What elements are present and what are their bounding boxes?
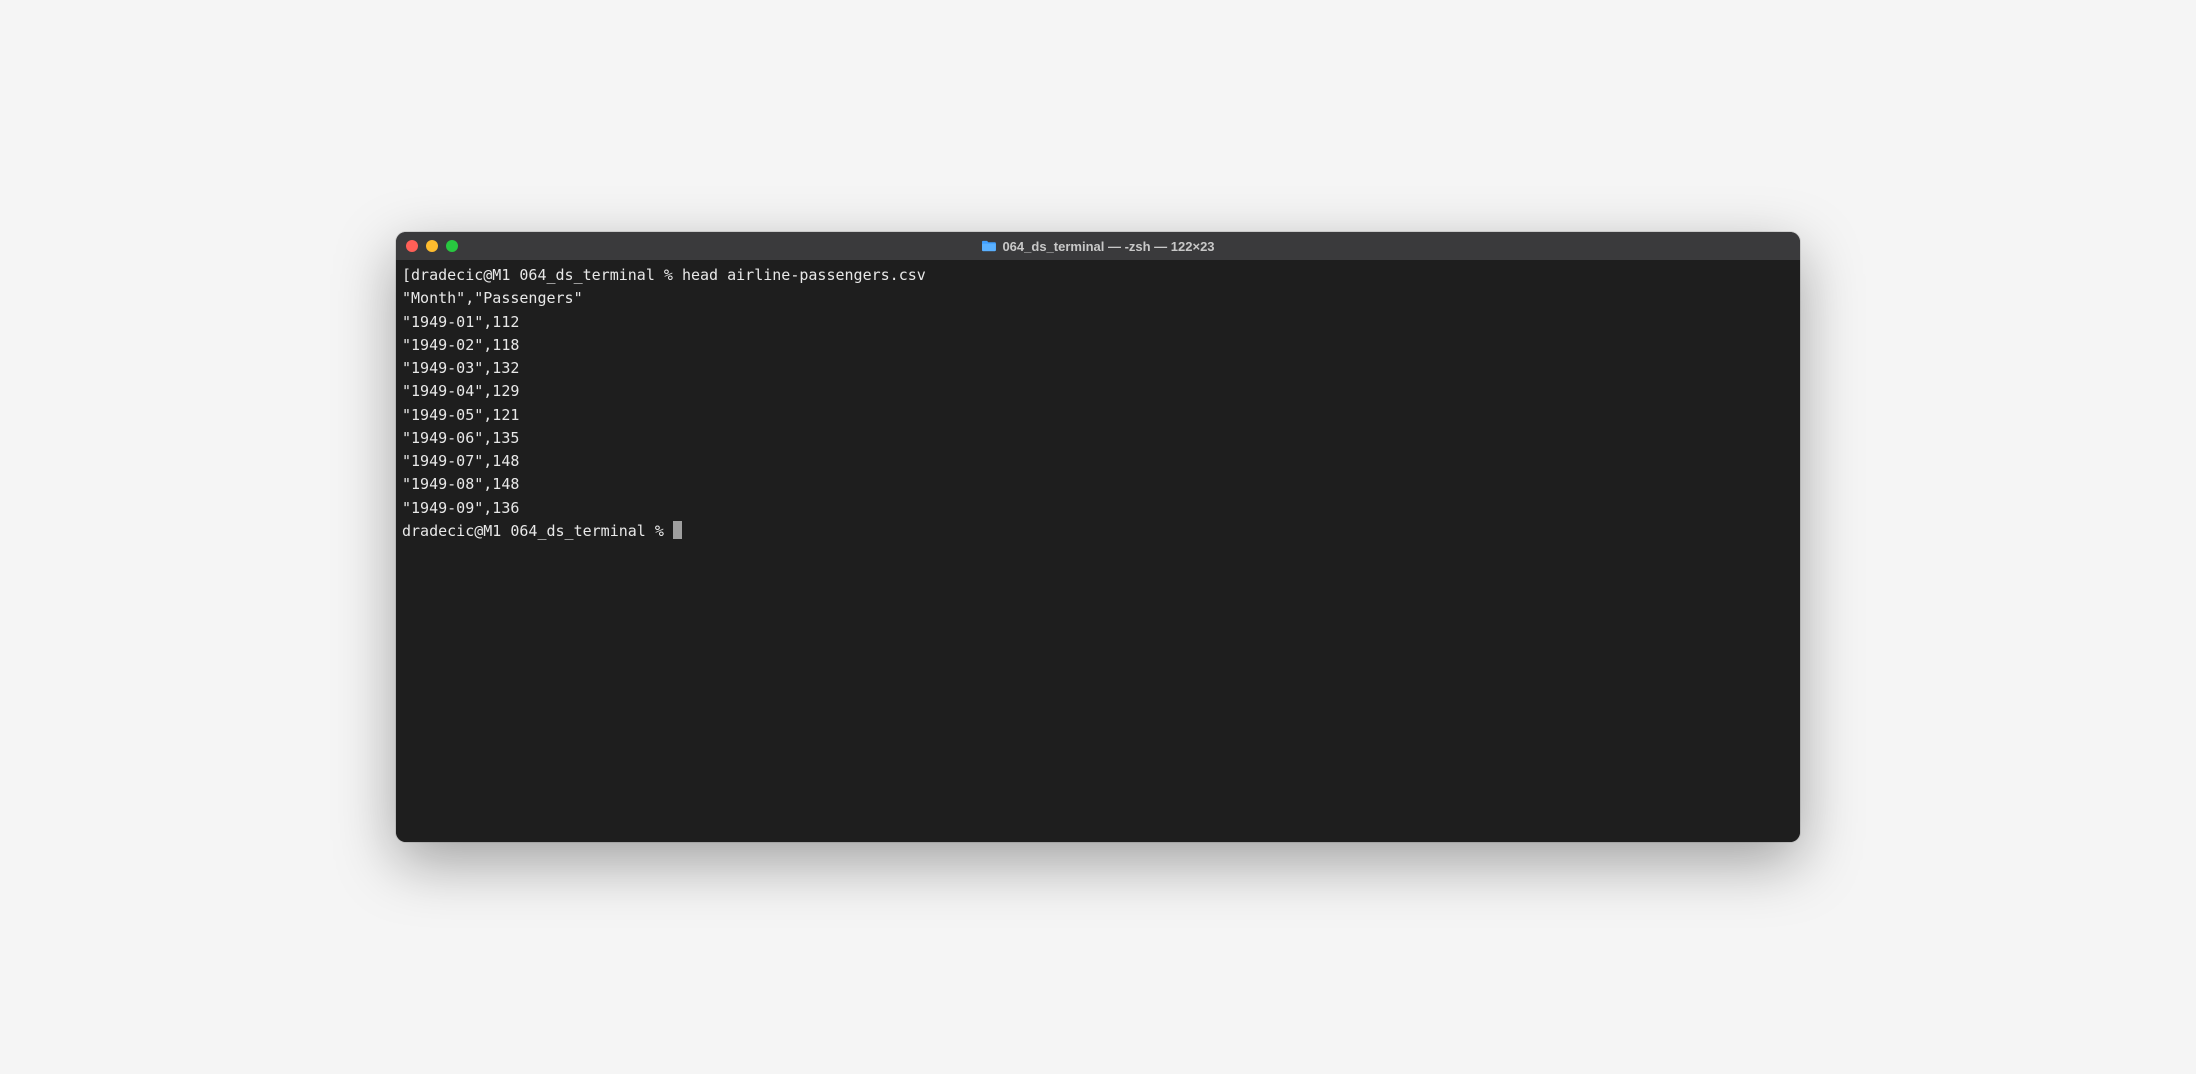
prompt-line: dradecic@M1 064_ds_terminal % [402, 520, 1794, 543]
prompt-bracket: [ [402, 266, 411, 284]
maximize-button[interactable] [446, 240, 458, 252]
titlebar[interactable]: 064_ds_terminal — -zsh — 122×23 [396, 232, 1800, 260]
folder-icon [981, 240, 996, 252]
window-title-text: 064_ds_terminal — -zsh — 122×23 [1002, 239, 1214, 254]
output-line: "1949-02",118 [402, 334, 1794, 357]
terminal-body[interactable]: [dradecic@M1 064_ds_terminal % head airl… [396, 260, 1800, 842]
output-line: "1949-04",129 [402, 380, 1794, 403]
shell-prompt: dradecic@M1 064_ds_terminal % [411, 266, 682, 284]
output-line: "1949-01",112 [402, 311, 1794, 334]
output-line: "1949-07",148 [402, 450, 1794, 473]
output-line: "1949-05",121 [402, 404, 1794, 427]
command-text: head airline-passengers.csv [682, 266, 926, 284]
minimize-button[interactable] [426, 240, 438, 252]
output-line: "Month","Passengers" [402, 287, 1794, 310]
cursor [673, 521, 682, 539]
output-line: "1949-06",135 [402, 427, 1794, 450]
command-line: [dradecic@M1 064_ds_terminal % head airl… [402, 264, 1794, 287]
output-line: "1949-09",136 [402, 497, 1794, 520]
window-title: 064_ds_terminal — -zsh — 122×23 [981, 239, 1214, 254]
terminal-window: 064_ds_terminal — -zsh — 122×23 [dradeci… [396, 232, 1800, 842]
shell-prompt: dradecic@M1 064_ds_terminal % [402, 522, 673, 540]
output-line: "1949-08",148 [402, 473, 1794, 496]
close-button[interactable] [406, 240, 418, 252]
traffic-lights [406, 240, 458, 252]
output-line: "1949-03",132 [402, 357, 1794, 380]
